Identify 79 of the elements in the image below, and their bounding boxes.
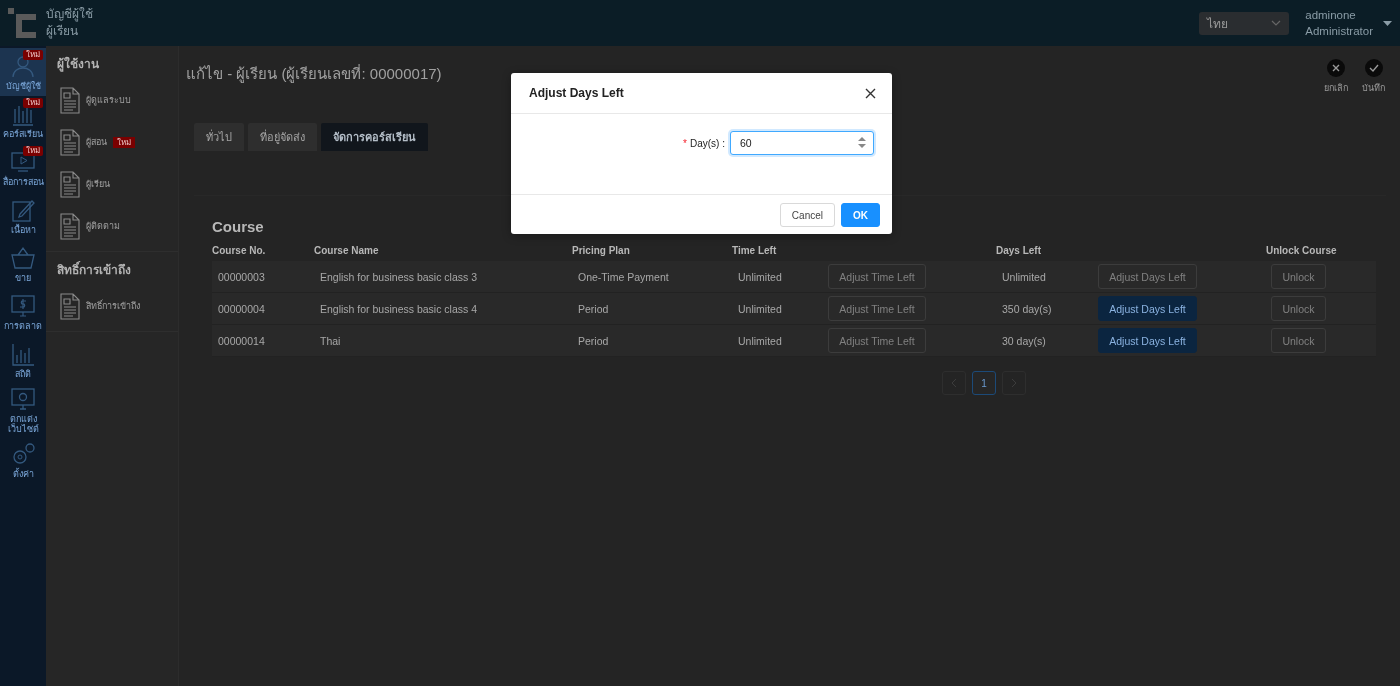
page-title: แก้ไข - ผู้เรียน (ผู้เรียนเลขที่: 00000017) xyxy=(186,63,443,85)
nav-item[interactable]: ใหม่ สื่อการสอน xyxy=(0,144,46,192)
basket-icon xyxy=(10,245,36,271)
check-icon xyxy=(1363,58,1384,78)
document-icon xyxy=(60,86,80,114)
app-title: บัญชีผู้ใช้ xyxy=(46,6,93,23)
nav-item[interactable]: ใหม่ คอร์สเรียน xyxy=(0,96,46,144)
spinner-icon[interactable] xyxy=(858,137,866,148)
table-cell-text: 30 day(s) xyxy=(1001,334,1046,347)
ok-button[interactable]: OK xyxy=(841,203,880,227)
chevron-down-icon xyxy=(1271,20,1282,26)
adjust-button[interactable]: Adjust Days Left xyxy=(1098,328,1197,353)
table-cell-text: Unlimited xyxy=(737,302,782,315)
table-cell-text: Period xyxy=(577,334,609,347)
document-icon xyxy=(60,292,80,320)
cancel-button[interactable]: Cancel xyxy=(779,203,835,227)
language-select[interactable]: ไทย xyxy=(1199,11,1290,35)
table-cell-text: 350 day(s) xyxy=(1001,302,1052,315)
monitor-dollar-icon xyxy=(10,293,36,319)
table-cell-text: English for business basic class 3 xyxy=(319,270,477,283)
column-header: Pricing Plan xyxy=(572,245,631,258)
menu-heading: สิทธิ์การเข้าถึง xyxy=(57,260,132,279)
column-header: Days Left xyxy=(996,245,1042,258)
close-icon xyxy=(1326,58,1346,78)
table-cell-text: One-Time Payment xyxy=(577,270,669,283)
document-icon xyxy=(60,212,80,240)
tab[interactable]: จัดการคอร์สเรียน xyxy=(321,123,428,151)
column-header: Course No. xyxy=(212,245,267,258)
new-badge: ใหม่ xyxy=(113,136,135,148)
document-icon xyxy=(60,170,80,198)
menu-item[interactable]: ผู้ดูแลระบบ xyxy=(46,79,178,121)
menu-item[interactable]: ผู้เรียน xyxy=(46,163,178,205)
user-name: adminone xyxy=(1305,8,1357,23)
page-button[interactable]: 1 xyxy=(972,371,996,395)
section-title: Course xyxy=(212,218,265,235)
table-cell-text: 00000003 xyxy=(217,270,265,283)
menu-item[interactable]: สิทธิ์การเข้าถึง xyxy=(46,285,178,327)
nav-item[interactable]: การตลาด xyxy=(0,288,46,336)
chevron-icon xyxy=(951,378,957,388)
table-cell-text: Unlimited xyxy=(1001,270,1046,283)
table-cell-text: Period xyxy=(577,302,609,315)
cancel-button[interactable]: ยกเลิก xyxy=(1324,58,1348,95)
column-header: Time Left xyxy=(732,245,778,258)
menu-item[interactable]: ผู้ติดตาม xyxy=(46,205,178,247)
close-icon xyxy=(865,87,876,99)
user-role: Administrator xyxy=(1305,24,1373,39)
tab[interactable]: ทั่วไป xyxy=(194,123,244,151)
nav-item[interactable]: ใหม่ บัญชีผู้ใช้ xyxy=(0,48,46,96)
save-button[interactable]: บันทึก xyxy=(1362,58,1385,95)
tab[interactable]: ที่อยู่จัดส่ง xyxy=(248,123,317,151)
dialog-title: Adjust Days Left xyxy=(529,86,624,100)
chevron-icon xyxy=(1011,378,1017,388)
nav-item[interactable]: ขาย xyxy=(0,240,46,288)
menu-heading: ผู้ใช้งาน xyxy=(57,55,100,73)
monitor-gear-icon xyxy=(10,386,36,412)
new-badge: ใหม่ xyxy=(23,146,43,156)
table-cell-text: English for business basic class 4 xyxy=(319,302,477,315)
nav-item[interactable]: สถิติ xyxy=(0,336,46,384)
app-title: ผู้เรียน xyxy=(46,23,79,40)
new-badge: ใหม่ xyxy=(23,50,43,60)
table-cell-text: 00000004 xyxy=(217,302,265,315)
nav-item[interactable]: ตกแต่งเว็บไซต์ xyxy=(0,384,46,436)
column-header: Course Name xyxy=(314,245,380,258)
caret-down-icon[interactable] xyxy=(1383,20,1392,26)
table-cell-text: Thai xyxy=(319,334,341,347)
table-cell-text: 00000014 xyxy=(217,334,265,347)
table-cell-text: Unlimited xyxy=(737,334,782,347)
column-header: Unlock Course xyxy=(1266,245,1338,258)
adjust-button[interactable]: Adjust Days Left xyxy=(1098,296,1197,321)
menu-item[interactable]: ผู้สอน ใหม่ xyxy=(46,121,178,163)
logo-icon xyxy=(8,8,36,38)
document-icon xyxy=(60,128,80,156)
field-label: * Day(s) : xyxy=(683,138,725,149)
table-cell-text: Unlimited xyxy=(737,270,782,283)
nav-item[interactable]: เนื้อหา xyxy=(0,192,46,240)
new-badge: ใหม่ xyxy=(23,98,43,108)
days-input-field[interactable]: 60 xyxy=(730,131,874,155)
nav-item[interactable]: ตั้งค่า xyxy=(0,436,46,484)
bar-chart-icon xyxy=(10,341,36,367)
